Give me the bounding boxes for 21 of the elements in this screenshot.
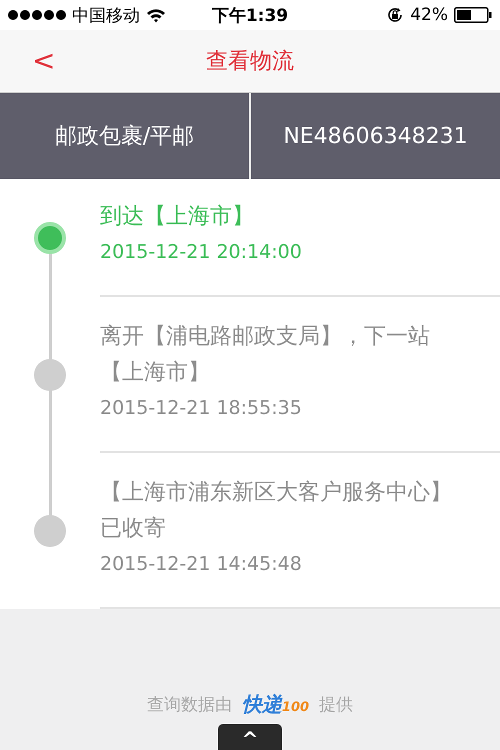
footer-text: 提供 [319,694,354,716]
tracking-number: NE48606348231 [282,122,469,150]
clock-time: 下午1:39 [212,4,288,26]
battery-percent: 42% [410,5,448,25]
event-time: 2015-12-21 14:45:48 [100,552,303,577]
event-text: 离开【浦电路邮政支局】，下一站【上海市】 [100,323,431,387]
event-time: 2015-12-21 20:14:00 [100,240,303,265]
event-time: 2015-12-21 18:55:35 [100,396,303,421]
footer-text: 查询数据由 [146,694,232,716]
scroll-top-button[interactable]: ^ [218,724,282,750]
back-button[interactable]: < [26,44,62,78]
carrier-name: 中国移动 [72,4,140,26]
wifi-icon [146,8,166,22]
courier-name: 邮政包裹/平邮 [54,123,196,151]
battery-icon [454,7,492,23]
event-text: 到达【上海市】 [100,203,255,231]
signal-icon [8,10,66,20]
rotation-lock-icon [386,6,404,24]
brand-logo: 快递100 [242,691,310,718]
event-text: 【上海市浦东新区大客户服务中心】已收寄 [100,479,453,543]
page-title: 查看物流 [206,48,294,76]
